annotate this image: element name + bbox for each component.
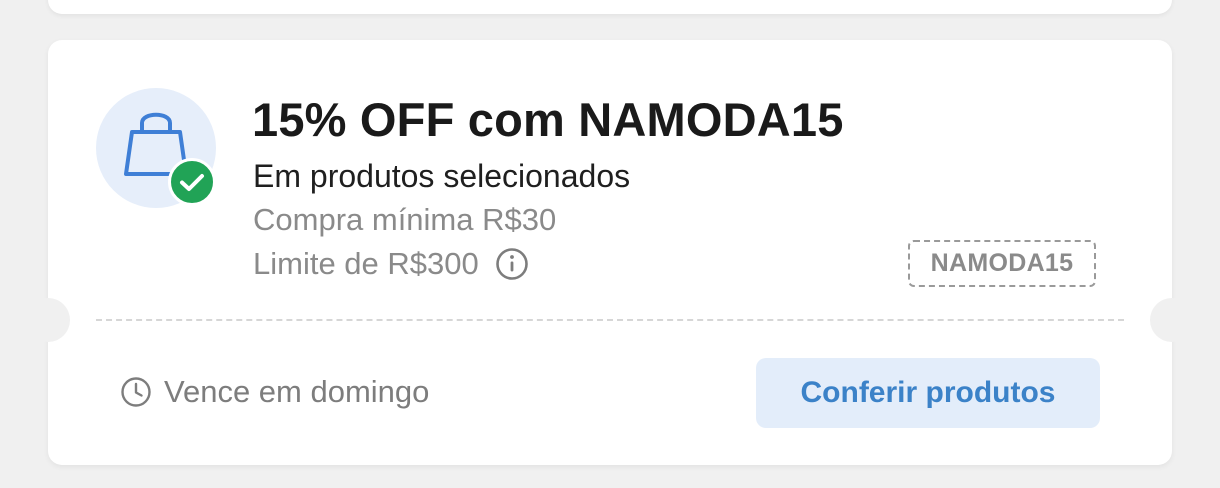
coupon-icon-circle (96, 88, 216, 208)
coupon-title: 15% OFF com NAMODA15 (252, 93, 844, 146)
minimum-purchase: Compra mínima R$30 (253, 202, 557, 237)
check-badge (168, 158, 216, 206)
ticket-notch-right (1150, 298, 1194, 342)
discount-limit: Limite de R$300 (253, 246, 479, 281)
check-icon (180, 174, 204, 191)
view-products-button[interactable]: Conferir produtos (756, 358, 1100, 428)
coupon-code[interactable]: NAMODA15 (908, 240, 1096, 287)
coupon-card: 15% OFF com NAMODA15 Em produtos selecio… (26, 40, 1194, 465)
coupon-subtitle: Em produtos selecionados (253, 158, 631, 194)
clock-icon (121, 377, 151, 407)
previous-card (48, 0, 1172, 14)
expiration-row: Vence em domingo (120, 374, 429, 410)
expiration-text: Vence em domingo (164, 374, 430, 409)
info-icon[interactable] (495, 247, 529, 281)
ticket-notch-left (26, 298, 70, 342)
discount-limit-row: Limite de R$300 (253, 246, 529, 282)
dashed-divider (96, 319, 1124, 321)
